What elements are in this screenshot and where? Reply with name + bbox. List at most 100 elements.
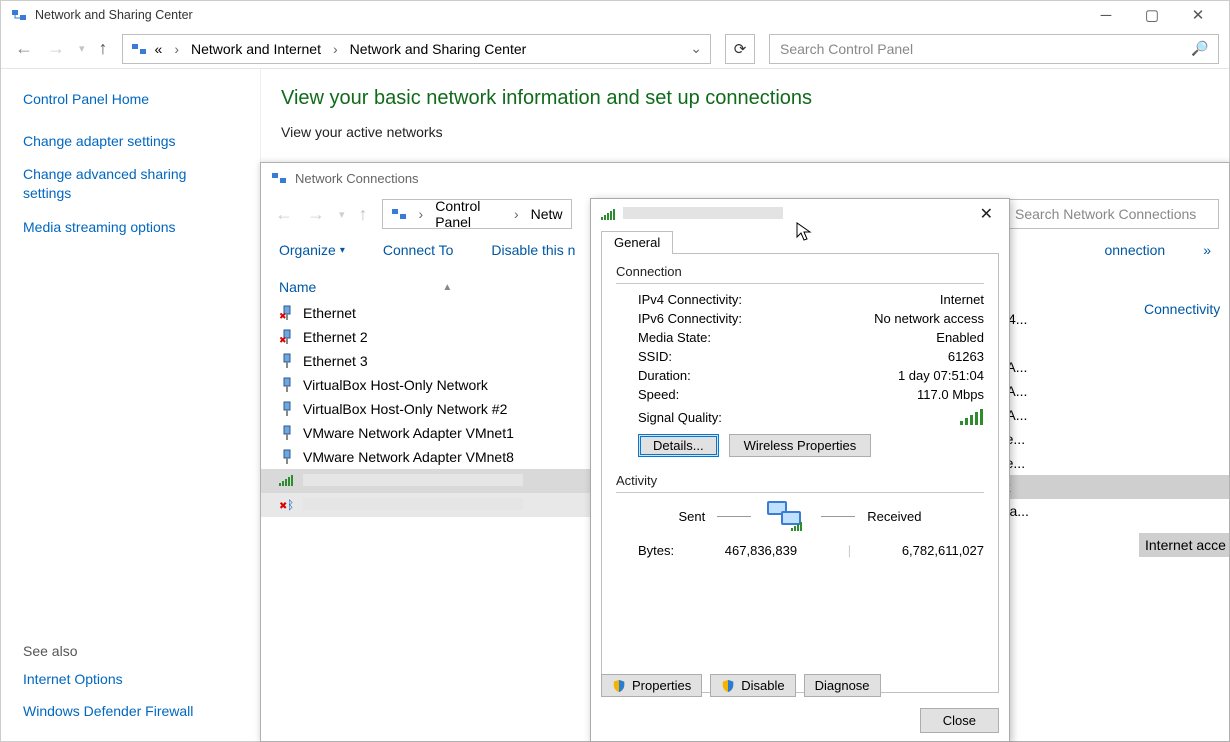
chevron-right-icon: › [419,206,424,222]
connection-row[interactable]: ✖ᛒ [261,493,591,517]
history-dropdown[interactable]: ▾ [339,208,345,221]
connection-list: Name▲ ✖ Ethernet ✖Ethernet 2 Ethernet 3 Virt… [261,265,591,525]
svg-text:✖: ✖ [279,335,287,345]
chevron-right-icon: › [514,206,519,222]
network-icon [131,41,147,57]
received-label: Received [867,509,921,524]
tab-general[interactable]: General [601,231,673,254]
sidebar-internet-options[interactable]: Internet Options [23,671,238,687]
address-bar-nc[interactable]: › Control Panel › Netw [382,199,572,229]
window-controls: ─ ▢ ✕ [1083,1,1221,29]
chevron-right-icon: › [333,41,338,57]
sidebar-media-streaming[interactable]: Media streaming options [23,219,238,235]
address-dropdown[interactable]: ⌄ [690,40,702,57]
back-button[interactable]: ← [275,204,293,225]
sidebar-home[interactable]: Control Panel Home [23,91,238,107]
sidebar-advanced-sharing[interactable]: Change advanced sharing settings [23,165,238,203]
divider [616,492,984,493]
search-placeholder-nc: Search Network Connections [1015,206,1208,222]
up-button[interactable]: ↑ [99,38,108,59]
connection-row[interactable]: VirtualBox Host-Only Network #2 [261,397,591,421]
details-button[interactable]: Details... [638,434,719,457]
nav-arrows: ← → ▾ ↑ [15,38,108,59]
bytes-sent-value: 467,836,839 [725,543,797,558]
back-button[interactable]: ← [15,38,33,59]
column-header-name[interactable]: Name▲ [261,273,591,301]
group-activity-label: Activity [616,473,984,488]
connection-label: Ethernet [303,305,356,321]
breadcrumb-network-internet[interactable]: Network and Internet [191,41,321,57]
connection-label [303,497,523,513]
titlebar-nc: Network Connections [261,163,1229,193]
forward-button[interactable]: → [307,204,325,225]
ipv4-label: IPv4 Connectivity: [638,292,742,307]
window-title: Network and Sharing Center [35,8,1083,22]
wireless-properties-button[interactable]: Wireless Properties [729,434,872,457]
history-dropdown[interactable]: ▾ [79,42,85,55]
bytes-recv-value: 6,782,611,027 [902,543,984,558]
eth-x-icon: ✖ [279,305,295,321]
breadcrumb-netw[interactable]: Netw [531,206,563,222]
sent-label: Sent [679,509,706,524]
computers-icon [763,499,809,533]
minimize-button[interactable]: ─ [1083,1,1129,29]
activity-graphic: Sent Received [616,499,984,533]
connectivity-value: Internet acce [1139,533,1229,557]
search-input[interactable]: Search Control Panel 🔍 [769,34,1219,64]
connect-to-button[interactable]: Connect To [383,242,454,258]
breadcrumb-control-panel[interactable]: Control Panel [435,198,502,230]
up-button[interactable]: ↑ [359,204,368,225]
eth-x-icon: ✖ [279,329,295,345]
nav-arrows-nc: ← → ▾ ↑ [275,204,368,225]
breadcrumb-sharing-center[interactable]: Network and Sharing Center [350,41,527,57]
search-placeholder: Search Control Panel [780,41,1191,57]
connection-row[interactable] [261,469,591,493]
sidebar-adapter-settings[interactable]: Change adapter settings [23,133,238,149]
close-button-dlg[interactable]: Close [920,708,999,733]
organize-menu[interactable]: Organize▾ [279,242,345,258]
search-input-nc[interactable]: Search Network Connections [1004,199,1219,229]
sidebar: Control Panel Home Change adapter settin… [1,69,261,741]
ssid-value: 61263 [948,349,984,364]
connection-row[interactable]: VMware Network Adapter VMnet1 [261,421,591,445]
close-button[interactable]: ✕ [1175,1,1221,29]
properties-button[interactable]: Properties [601,674,702,697]
diagnose-button[interactable]: Diagnose [804,674,881,697]
forward-button[interactable]: → [47,38,65,59]
toolbar-overflow[interactable]: » [1203,242,1211,258]
window-title-nc: Network Connections [295,171,1221,186]
network-icon [391,206,407,222]
connection-row[interactable]: VMware Network Adapter VMnet8 [261,445,591,469]
disable-button-trunc[interactable]: Disable this n [491,242,575,258]
chevron-right-icon: › [174,41,179,57]
crumb-pre[interactable]: « [155,41,163,57]
disable-button[interactable]: Disable [710,674,795,697]
dialog-title-redacted [623,207,974,222]
column-header-connectivity[interactable]: Connectivity [1144,301,1229,317]
refresh-button[interactable]: ⟳ [725,34,755,64]
connection-row[interactable]: ✖ Ethernet [261,301,591,325]
ipv6-value: No network access [874,311,984,326]
diagnose-trunc[interactable]: onnection [1104,242,1165,258]
connection-row[interactable]: ✖Ethernet 2 [261,325,591,349]
dialog-close-button[interactable]: ✕ [974,204,999,224]
bt-x-icon: ✖ᛒ [279,497,295,513]
speed-label: Speed: [638,387,679,402]
sidebar-defender-firewall[interactable]: Windows Defender Firewall [23,703,238,719]
connection-label: Ethernet 3 [303,353,368,369]
address-bar[interactable]: « › Network and Internet › Network and S… [122,34,711,64]
titlebar: Network and Sharing Center ─ ▢ ✕ [1,1,1229,29]
connection-row[interactable]: VirtualBox Host-Only Network [261,373,591,397]
eth-icon [279,425,295,441]
search-icon: 🔍 [1191,40,1208,57]
connection-label: VMware Network Adapter VMnet1 [303,425,514,441]
connection-row[interactable]: Ethernet 3 [261,349,591,373]
duration-label: Duration: [638,368,691,383]
ipv4-value: Internet [940,292,984,307]
connection-label: VMware Network Adapter VMnet8 [303,449,514,465]
maximize-button[interactable]: ▢ [1129,1,1175,29]
signal-bars-icon [960,408,984,426]
connection-label: VirtualBox Host-Only Network [303,377,488,393]
active-networks-label: View your active networks [281,124,1209,140]
wifi-icon [601,207,617,221]
